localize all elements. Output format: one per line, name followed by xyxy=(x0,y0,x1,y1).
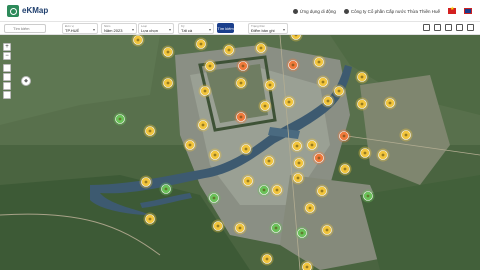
company-name: Công ty Cổ phần Cấp nước Thừa Thiên Huế xyxy=(350,8,440,14)
english-flag-icon[interactable] xyxy=(464,8,472,14)
station-marker-yellow[interactable] xyxy=(222,43,236,57)
station-marker-yellow[interactable] xyxy=(321,94,335,108)
station-marker-yellow[interactable] xyxy=(358,146,372,160)
station-marker-orange[interactable] xyxy=(286,58,300,72)
type-filter-value: Lựa chọn xyxy=(141,28,158,33)
station-marker-yellow[interactable] xyxy=(332,84,346,98)
grid-icon[interactable] xyxy=(456,24,463,31)
station-marker-yellow[interactable] xyxy=(320,223,334,237)
station-marker-green[interactable] xyxy=(207,191,221,205)
station-marker-yellow[interactable] xyxy=(355,97,369,111)
station-marker-yellow[interactable] xyxy=(161,45,175,59)
home-icon[interactable] xyxy=(3,91,11,99)
panel-icon[interactable] xyxy=(467,24,474,31)
station-marker-yellow[interactable] xyxy=(292,156,306,170)
logo-text: eKMap xyxy=(22,6,49,15)
station-marker-yellow[interactable] xyxy=(233,221,247,235)
station-marker-yellow[interactable] xyxy=(282,95,296,109)
chevron-down-icon: ▾ xyxy=(282,27,285,32)
station-marker-green[interactable] xyxy=(295,226,309,240)
period-filter-value: Tất cả xyxy=(181,28,193,33)
station-marker-yellow[interactable] xyxy=(290,139,304,153)
status-filter[interactable]: Trạng thái Điểm bản ghi ▾ xyxy=(248,23,288,34)
station-marker-yellow[interactable] xyxy=(258,99,272,113)
search-button[interactable]: Tìm kiếm xyxy=(217,23,234,33)
station-marker-yellow[interactable] xyxy=(263,78,277,92)
station-marker-yellow[interactable] xyxy=(383,96,397,110)
map-view[interactable]: + − ◆ xyxy=(0,35,480,270)
station-marker-yellow[interactable] xyxy=(312,55,326,69)
station-marker-yellow[interactable] xyxy=(211,219,225,233)
fullscreen-icon[interactable] xyxy=(3,82,11,90)
station-marker-orange[interactable] xyxy=(236,59,250,73)
station-marker-yellow[interactable] xyxy=(303,201,317,215)
station-marker-yellow[interactable] xyxy=(208,148,222,162)
chevron-down-icon: ▾ xyxy=(168,27,171,32)
station-marker-yellow[interactable] xyxy=(143,124,157,138)
station-marker-green[interactable] xyxy=(269,221,283,235)
year-filter-value: Năm 2023 xyxy=(104,28,123,33)
user-icon xyxy=(292,8,298,14)
station-marker-orange[interactable] xyxy=(312,151,326,165)
station-marker-yellow[interactable] xyxy=(139,175,153,189)
satellite-basemap[interactable] xyxy=(0,35,480,270)
station-marker-yellow[interactable] xyxy=(203,59,217,73)
station-marker-yellow[interactable] xyxy=(234,76,248,90)
station-marker-yellow[interactable] xyxy=(143,212,157,226)
map-pin-icon xyxy=(7,4,19,17)
app-header: eKMap Ứng dụng di động Công ty Cổ phần C… xyxy=(0,0,480,22)
station-marker-orange[interactable] xyxy=(234,110,248,124)
station-marker-yellow[interactable] xyxy=(399,128,413,142)
station-marker-yellow[interactable] xyxy=(254,41,268,55)
zoom-out-button[interactable]: − xyxy=(3,52,11,60)
print-icon[interactable] xyxy=(445,24,452,31)
station-marker-orange[interactable] xyxy=(337,129,351,143)
map-tools xyxy=(423,24,474,31)
year-filter[interactable]: Năm Năm 2023 ▾ xyxy=(101,23,137,34)
screen-icon[interactable] xyxy=(423,24,430,31)
station-marker-yellow[interactable] xyxy=(338,162,352,176)
status-filter-value: Điểm bản ghi xyxy=(251,28,275,33)
chevron-down-icon: ▾ xyxy=(208,27,211,32)
station-marker-yellow[interactable] xyxy=(161,76,175,90)
unit-filter[interactable]: Đơn vị TP.HUẾ ▾ xyxy=(62,23,98,34)
station-marker-green[interactable] xyxy=(361,189,375,203)
app-logo[interactable]: eKMap xyxy=(7,4,49,17)
mobile-app-link[interactable]: Ứng dụng di động xyxy=(292,8,336,14)
station-marker-yellow[interactable] xyxy=(194,37,208,51)
station-marker-yellow[interactable] xyxy=(198,84,212,98)
station-marker-yellow[interactable] xyxy=(291,171,305,185)
station-marker-yellow[interactable] xyxy=(316,75,330,89)
type-filter[interactable]: Loại Lựa chọn ▾ xyxy=(138,23,174,34)
filter-bar: Đơn vị TP.HUẾ ▾ Năm Năm 2023 ▾ Loại Lựa … xyxy=(0,22,480,35)
station-marker-green[interactable] xyxy=(113,112,127,126)
station-marker-yellow[interactable] xyxy=(183,138,197,152)
building-icon xyxy=(343,8,349,14)
period-filter[interactable]: Kỳ Tất cả ▾ xyxy=(178,23,214,34)
station-marker-yellow[interactable] xyxy=(270,183,284,197)
layers-icon[interactable] xyxy=(434,24,441,31)
station-marker-yellow[interactable] xyxy=(305,138,319,152)
station-marker-yellow[interactable] xyxy=(376,148,390,162)
station-marker-yellow[interactable] xyxy=(355,70,369,84)
measure-icon[interactable] xyxy=(3,73,11,81)
station-marker-yellow[interactable] xyxy=(315,184,329,198)
company-selector[interactable]: Công ty Cổ phần Cấp nước Thừa Thiên Huế xyxy=(343,8,440,14)
station-marker-yellow[interactable] xyxy=(196,118,210,132)
station-marker-yellow[interactable] xyxy=(239,142,253,156)
chevron-down-icon: ▾ xyxy=(131,27,134,32)
station-marker-yellow[interactable] xyxy=(262,154,276,168)
station-marker-green[interactable] xyxy=(257,183,271,197)
station-marker-green[interactable] xyxy=(159,182,173,196)
station-marker-yellow[interactable] xyxy=(241,174,255,188)
locate-icon[interactable] xyxy=(3,64,11,72)
unit-filter-value: TP.HUẾ xyxy=(65,28,80,33)
zoom-in-button[interactable]: + xyxy=(3,43,11,51)
station-marker-yellow[interactable] xyxy=(260,252,274,266)
vietnamese-flag-icon[interactable] xyxy=(448,6,456,14)
search-input[interactable] xyxy=(4,24,46,33)
chevron-down-icon: ▾ xyxy=(92,27,95,32)
mobile-app-label: Ứng dụng di động xyxy=(299,8,336,14)
compass-icon[interactable]: ◆ xyxy=(21,76,31,86)
